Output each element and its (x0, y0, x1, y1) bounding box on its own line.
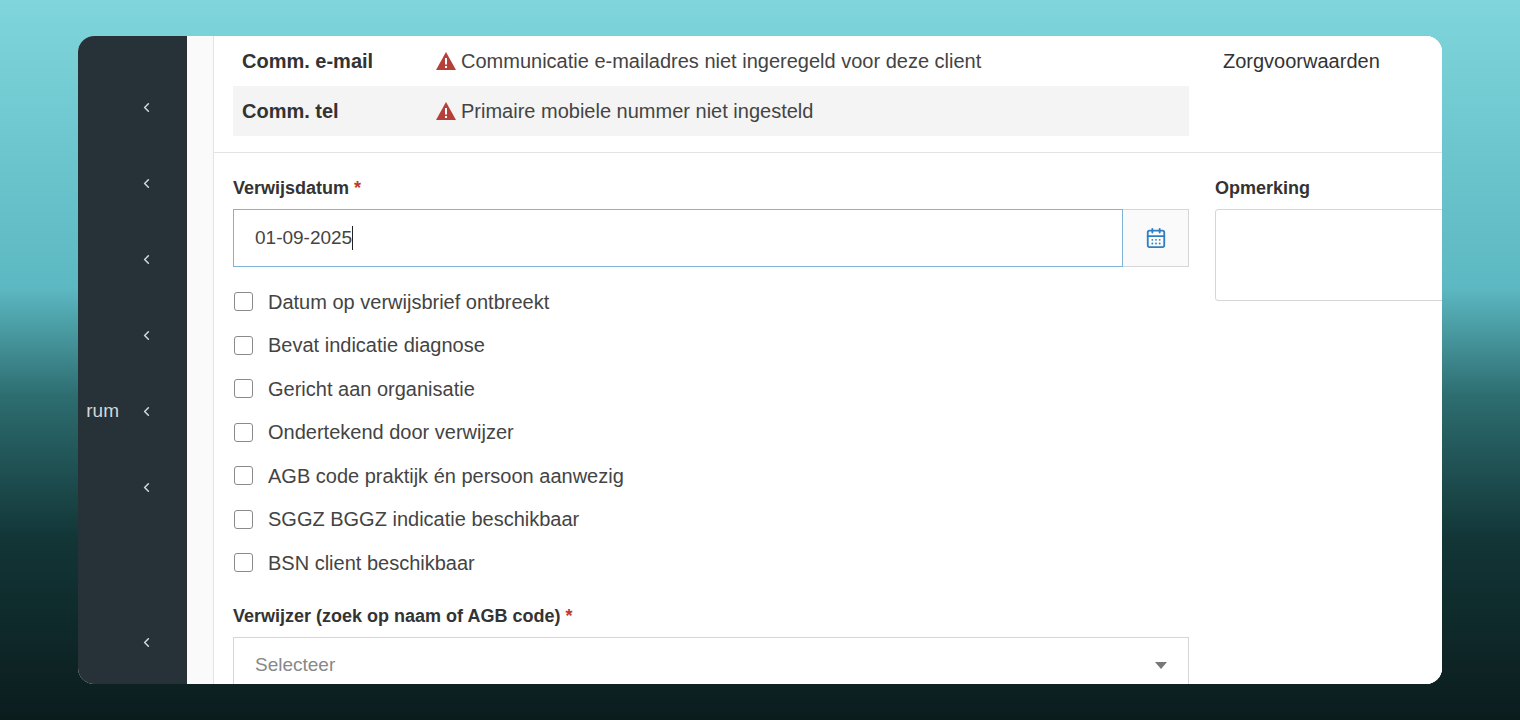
checkbox-row[interactable]: Gericht aan organisatie (233, 367, 1189, 411)
sidebar-item[interactable] (78, 69, 187, 145)
chevron-left-icon (139, 635, 154, 650)
main-area: Comm. e-mailCommunicatie e-mailadres nie… (187, 36, 1442, 684)
checkbox-row[interactable]: SGGZ BGGZ indicatie beschikbaar (233, 498, 1189, 542)
desktop: rum Comm. e-mailCommunicatie e-mailadres … (0, 0, 1520, 720)
checkbox-row[interactable]: AGB code praktijk én persoon aanwezig (233, 454, 1189, 498)
sidebar-item[interactable] (78, 145, 187, 221)
remark-textarea[interactable] (1215, 209, 1442, 301)
content-panel: Comm. e-mailCommunicatie e-mailadres nie… (213, 36, 1442, 684)
contact-label: Comm. tel (242, 96, 435, 126)
sidebar-item[interactable] (78, 221, 187, 297)
warning-icon (435, 51, 457, 71)
checkbox[interactable] (234, 336, 253, 355)
date-value: 01-09-2025 (255, 224, 352, 253)
contact-row: Comm. e-mailCommunicatie e-mailadres nie… (233, 36, 1189, 86)
contact-table: Comm. e-mailCommunicatie e-mailadres nie… (233, 36, 1189, 136)
checkbox[interactable] (234, 292, 253, 311)
checkbox-row[interactable]: Bevat indicatie diagnose (233, 324, 1189, 368)
checkbox-row[interactable]: BSN client beschikbaar (233, 541, 1189, 585)
date-field: 01-09-2025 (233, 209, 1189, 267)
checkbox-label: SGGZ BGGZ indicatie beschikbaar (268, 504, 579, 534)
caret-down-icon (1155, 662, 1167, 670)
checkbox[interactable] (234, 423, 253, 442)
chevron-left-icon (139, 252, 154, 267)
checkbox-row[interactable]: Datum op verwijsbrief ontbreekt (233, 280, 1189, 324)
required-mark: * (354, 178, 361, 198)
checkbox-label: AGB code praktijk én persoon aanwezig (268, 461, 624, 491)
sidebar-item[interactable]: rum (78, 373, 187, 449)
sidebar: rum (78, 36, 187, 684)
referrer-select[interactable]: Selecteer (233, 637, 1189, 685)
sidebar-item[interactable] (78, 449, 187, 525)
checkbox-label: Datum op verwijsbrief ontbreekt (268, 287, 549, 317)
calendar-button[interactable] (1123, 209, 1189, 267)
contact-label: Comm. e-mail (242, 46, 435, 76)
contact-warning: Communicatie e-mailadres niet ingeregeld… (435, 46, 981, 76)
sidebar-item[interactable] (78, 297, 187, 373)
referral-form: Verwijsdatum * 01-09-2025 Datum op verwijs… (214, 153, 1442, 684)
chevron-left-icon (139, 404, 154, 419)
required-mark: * (565, 606, 572, 626)
chevron-left-icon (139, 328, 154, 343)
checklist: Datum op verwijsbrief ontbreekt Bevat ind… (233, 280, 1189, 585)
side-label: Zorgvoorwaarden (1223, 46, 1380, 76)
checkbox[interactable] (234, 510, 253, 529)
checkbox-row[interactable]: Ondertekend door verwijzer (233, 411, 1189, 455)
date-input[interactable]: 01-09-2025 (233, 209, 1123, 267)
checkbox-label: Bevat indicatie diagnose (268, 330, 485, 360)
warning-icon (435, 101, 457, 121)
sidebar-item[interactable] (78, 604, 187, 680)
text-cursor (352, 226, 353, 250)
contact-warning: Primaire mobiele nummer niet ingesteld (435, 96, 813, 126)
side-column: Zorgvoorwaarden (1215, 36, 1442, 86)
date-label: Verwijsdatum * (233, 176, 1189, 200)
sidebar-item-label: rum (86, 397, 119, 426)
checkbox[interactable] (234, 379, 253, 398)
referrer-label: Verwijzer (zoek op naam of AGB code) * (233, 604, 1189, 628)
app-window: rum Comm. e-mailCommunicatie e-mailadres … (78, 36, 1442, 684)
form-right: Opmerking (1215, 176, 1442, 684)
checkbox-label: BSN client beschikbaar (268, 548, 475, 578)
select-placeholder: Selecteer (255, 651, 335, 680)
checkbox-label: Ondertekend door verwijzer (268, 417, 514, 447)
checkbox[interactable] (234, 466, 253, 485)
chevron-left-icon (139, 100, 154, 115)
form-left: Verwijsdatum * 01-09-2025 Datum op verwijs… (233, 176, 1189, 684)
contact-section: Comm. e-mailCommunicatie e-mailadres nie… (214, 36, 1442, 153)
chevron-left-icon (139, 176, 154, 191)
checkbox-label: Gericht aan organisatie (268, 374, 475, 404)
remark-label: Opmerking (1215, 176, 1442, 200)
checkbox[interactable] (234, 553, 253, 572)
contact-row: Comm. telPrimaire mobiele nummer niet in… (233, 86, 1189, 136)
chevron-left-icon (139, 480, 154, 495)
calendar-icon (1145, 227, 1167, 249)
